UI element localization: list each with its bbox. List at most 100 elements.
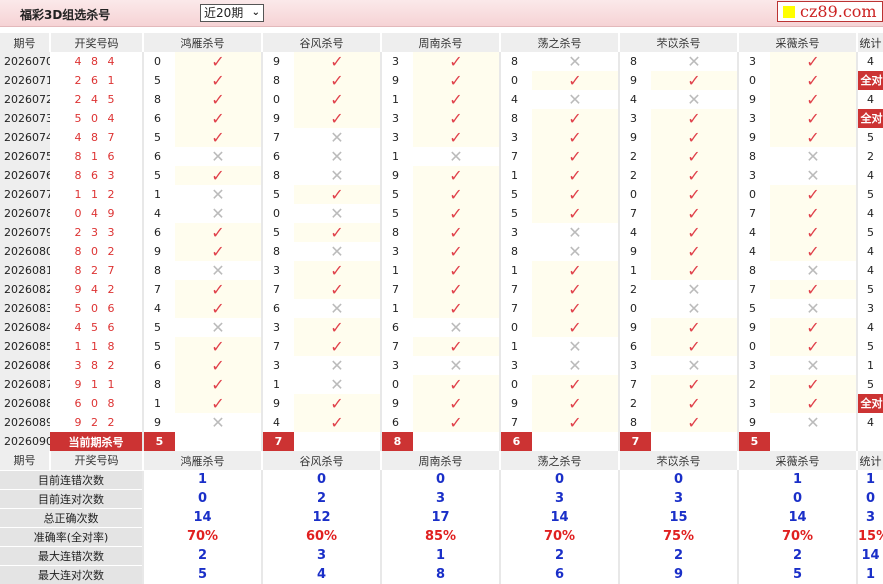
- check-icon: ✓: [651, 128, 738, 147]
- kill-number: 0: [499, 71, 532, 90]
- kill-number: 5: [142, 71, 175, 90]
- check-icon: ✓: [651, 242, 738, 261]
- stats-value: 8: [380, 565, 500, 584]
- kill-number: 4: [737, 223, 770, 242]
- header-expert-3: 荡之杀号: [499, 451, 619, 470]
- draw-number: 2 6 1: [74, 74, 118, 87]
- table-row: 2026074 4 8 7 5 ✓ 7 ✕ 3 ✓ 3 ✓ 9 ✓ 9 ✓ 5: [0, 128, 883, 147]
- kill-number: 7: [142, 280, 175, 299]
- table-row: 2026087 9 1 1 8 ✓ 1 ✕ 0 ✓ 0 ✓ 7 ✓ 2 ✓ 5: [0, 375, 883, 394]
- kill-number: 0: [380, 375, 413, 394]
- check-icon: ✓: [413, 90, 500, 109]
- kill-number: 7: [499, 147, 532, 166]
- row-stat: 2: [856, 147, 883, 166]
- draw-number: 9 1 1: [74, 378, 118, 391]
- period-select[interactable]: 近20期 ⌄: [200, 4, 264, 22]
- check-icon: ✓: [532, 204, 619, 223]
- kill-number: 7: [380, 280, 413, 299]
- check-icon: ✓: [413, 109, 500, 128]
- kill-number: 6: [380, 318, 413, 337]
- cross-icon: ✕: [806, 413, 820, 432]
- top-bar: 福彩3D组选杀号 近20期 ⌄ cz89.com: [0, 0, 883, 27]
- row-stat: 全对: [856, 71, 883, 90]
- draw-number: 4 5 6: [74, 321, 118, 334]
- cross-icon: ✕: [568, 242, 582, 261]
- stats-value: 2: [499, 546, 619, 565]
- stats-value: 5: [737, 565, 857, 584]
- check-icon: ✓: [532, 375, 619, 394]
- row-stat: 5: [856, 375, 883, 394]
- kill-number: 3: [737, 394, 770, 413]
- kill-number: 0: [142, 52, 175, 71]
- cross-icon: ✕: [449, 318, 463, 337]
- draw-number: 8 6 3: [74, 169, 118, 182]
- kill-number: 9: [380, 166, 413, 185]
- stats-total: 14: [856, 546, 883, 565]
- kill-number: 6: [142, 147, 175, 166]
- kill-number: 8: [499, 109, 532, 128]
- draw-number: 2 3 3: [74, 226, 118, 239]
- kill-number: 5: [142, 337, 175, 356]
- kill-number: 0: [261, 204, 294, 223]
- check-icon: ✓: [651, 394, 738, 413]
- header-row: 期号 开奖号码 鸿雁杀号 谷风杀号 周南杀号 荡之杀号 芣苡杀号 采薇杀号 统计: [0, 33, 883, 52]
- current-empty: [532, 432, 619, 451]
- cross-icon: ✕: [211, 413, 225, 432]
- check-icon: ✓: [175, 337, 262, 356]
- table-row: 2026081 8 2 7 8 ✕ 3 ✓ 1 ✓ 1 ✓ 1 ✓ 8 ✕ 4: [0, 261, 883, 280]
- row-stat: 1: [856, 356, 883, 375]
- stats-value: 0: [261, 470, 381, 489]
- kill-number: 0: [737, 71, 770, 90]
- check-icon: ✓: [294, 413, 381, 432]
- kill-number: 7: [261, 337, 294, 356]
- kill-number: 9: [380, 71, 413, 90]
- kill-number: 9: [737, 90, 770, 109]
- check-icon: ✓: [413, 413, 500, 432]
- check-icon: ✓: [651, 204, 738, 223]
- cross-icon: ✕: [687, 90, 701, 109]
- stats-value: 0: [380, 470, 500, 489]
- header-stat: 统计: [856, 33, 883, 52]
- kill-number: 3: [380, 242, 413, 261]
- check-icon: ✓: [651, 261, 738, 280]
- kill-number: 8: [618, 52, 651, 71]
- header-expert-2: 周南杀号: [380, 451, 500, 470]
- kill-number: 0: [499, 375, 532, 394]
- header-expert-0: 鸿雁杀号: [142, 33, 262, 52]
- draw-number: 6 0 8: [74, 397, 118, 410]
- kill-number: 5: [261, 185, 294, 204]
- cross-icon: ✕: [806, 166, 820, 185]
- stats-value: 3: [380, 489, 500, 508]
- issue-number: 2026082: [0, 280, 50, 299]
- check-icon: ✓: [532, 280, 619, 299]
- stats-value: 85%: [380, 527, 500, 546]
- site-logo[interactable]: cz89.com: [777, 1, 883, 22]
- stats-label: 目前连错次数: [0, 469, 143, 489]
- kill-number: 9: [499, 394, 532, 413]
- kill-number: 3: [380, 109, 413, 128]
- kill-number: 1: [142, 185, 175, 204]
- stats-value: 17: [380, 508, 500, 527]
- draw-number: 3 8 2: [74, 359, 118, 372]
- kill-number: 0: [499, 318, 532, 337]
- issue-number: 2026084: [0, 318, 50, 337]
- kill-number: 7: [618, 204, 651, 223]
- table-row: 2026082 9 4 2 7 ✓ 7 ✓ 7 ✓ 7 ✓ 2 ✕ 7 ✓ 5: [0, 280, 883, 299]
- cross-icon: ✕: [806, 356, 820, 375]
- table-row: 2026076 8 6 3 5 ✓ 8 ✕ 9 ✓ 1 ✓ 2 ✓ 3 ✕ 4: [0, 166, 883, 185]
- cross-icon: ✕: [687, 280, 701, 299]
- check-icon: ✓: [413, 280, 500, 299]
- kill-number: 8: [499, 242, 532, 261]
- kill-number: 3: [499, 223, 532, 242]
- issue-number: 2026077: [0, 185, 50, 204]
- kill-number: 4: [261, 413, 294, 432]
- kill-number: 4: [618, 90, 651, 109]
- stats-value: 14: [142, 508, 262, 527]
- kill-number: 9: [142, 242, 175, 261]
- current-kill-number: 7: [261, 432, 294, 451]
- kill-number: 5: [499, 185, 532, 204]
- kill-number: 4: [618, 223, 651, 242]
- row-stat: 4: [856, 413, 883, 432]
- stats-label: 目前连对次数: [0, 488, 143, 508]
- stats-value: 5: [142, 565, 262, 584]
